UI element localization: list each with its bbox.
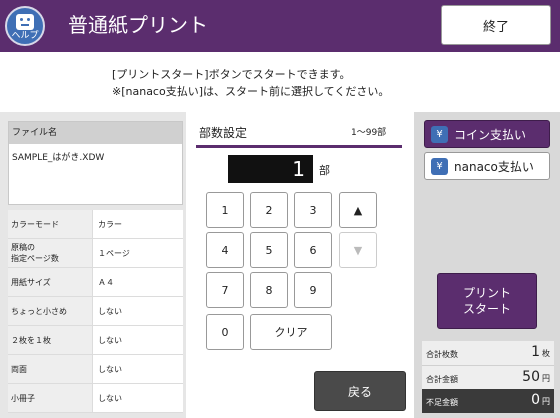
setting-key: カラーモード: [8, 210, 93, 238]
setting-key: 小冊子: [8, 384, 93, 412]
total-amount-value-group: 50 円: [522, 369, 550, 385]
total-amount-value: 50: [522, 369, 540, 385]
shortage-value: 0: [531, 392, 540, 408]
instruction-message-1: [プリントスタート]ボタンでスタートできます。: [112, 68, 351, 81]
settings-row: ２枚を１枚 しない: [8, 326, 183, 355]
key-6[interactable]: 6: [294, 232, 332, 268]
yen-icon: ¥: [431, 125, 448, 143]
end-button[interactable]: 終了: [441, 5, 551, 45]
coin-payment-label: コイン支払い: [454, 127, 527, 142]
settings-row: ちょっと小さめ しない: [8, 297, 183, 326]
header-bar: ヘルプ 普通紙プリント 終了: [0, 0, 560, 52]
yen-icon: ¥: [431, 157, 448, 175]
back-button[interactable]: 戻る: [314, 371, 406, 411]
print-start-label-2: スタート: [462, 302, 511, 316]
page-title: 普通紙プリント: [68, 13, 208, 37]
instruction-message-2: ※[nanaco支払い]は、スタート前に選択してください。: [112, 85, 390, 98]
settings-row: 両面 しない: [8, 355, 183, 384]
total-sheets-value: 1: [531, 344, 540, 360]
total-sheets-unit: 枚: [542, 349, 550, 358]
total-amount-unit: 円: [542, 374, 550, 383]
settings-row: 原稿の 指定ページ数 １ページ: [8, 239, 183, 268]
key-0[interactable]: 0: [206, 314, 244, 350]
setting-key: ちょっと小さめ: [8, 297, 93, 325]
setting-value: Ａ４: [98, 277, 114, 287]
help-button[interactable]: ヘルプ: [5, 6, 45, 46]
key-3[interactable]: 3: [294, 192, 332, 228]
key-2[interactable]: 2: [250, 192, 288, 228]
shortage-row: 不足金額 0円: [422, 389, 554, 413]
key-1[interactable]: 1: [206, 192, 244, 228]
help-label: ヘルプ: [11, 30, 39, 41]
shortage-label: 不足金額: [426, 398, 458, 407]
clear-button[interactable]: クリア: [250, 314, 332, 350]
setting-key: 用紙サイズ: [8, 268, 93, 296]
increment-button[interactable]: ▲: [339, 192, 377, 228]
quantity-title: 部数設定: [199, 126, 248, 140]
setting-key: ２枚を１枚: [8, 326, 93, 354]
setting-key: 原稿の 指定ページ数: [8, 239, 93, 267]
quantity-panel: 部数設定 1〜99部 1 部 1 2 3 ▲ 4 5 6 ▼ 7 8 9 0 ク…: [186, 112, 414, 418]
divider: [196, 145, 402, 148]
settings-row: 用紙サイズ Ａ４: [8, 268, 183, 297]
settings-row: カラーモード カラー: [8, 210, 183, 239]
help-face-icon: [16, 13, 34, 30]
nanaco-payment-label: nanaco支払い: [454, 159, 534, 174]
total-amount-label: 合計金額: [426, 375, 458, 384]
settings-list: カラーモード カラー 原稿の 指定ページ数 １ページ 用紙サイズ Ａ４ ちょっと…: [8, 210, 183, 413]
shortage-value-group: 0円: [531, 392, 550, 408]
setting-value: しない: [98, 364, 122, 374]
key-9[interactable]: 9: [294, 272, 332, 308]
total-sheets-row: 合計枚数 1枚: [422, 341, 554, 365]
payment-panel: ¥ コイン支払い ¥ nanaco支払い プリント スタート 合計枚数 1枚 合…: [414, 112, 560, 418]
key-7[interactable]: 7: [206, 272, 244, 308]
setting-key: 両面: [8, 355, 93, 383]
quantity-display: 1: [228, 155, 313, 183]
settings-panel: ファイル名 SAMPLE_はがき.XDW カラーモード カラー 原稿の 指定ペー…: [0, 112, 186, 418]
print-start-label-1: プリント: [462, 286, 511, 300]
key-5[interactable]: 5: [250, 232, 288, 268]
key-8[interactable]: 8: [250, 272, 288, 308]
print-start-button[interactable]: プリント スタート: [437, 273, 537, 329]
file-header: ファイル名: [9, 122, 182, 144]
setting-value: カラー: [98, 219, 122, 229]
file-box: ファイル名 SAMPLE_はがき.XDW: [8, 121, 183, 205]
shortage-unit: 円: [542, 397, 550, 406]
file-name: SAMPLE_はがき.XDW: [12, 153, 105, 163]
nanaco-payment-button[interactable]: ¥ nanaco支払い: [424, 152, 550, 180]
total-sheets-value-group: 1枚: [531, 344, 550, 360]
total-amount-row: 合計金額 50 円: [422, 365, 554, 389]
setting-value: しない: [98, 393, 122, 403]
key-4[interactable]: 4: [206, 232, 244, 268]
setting-value: しない: [98, 335, 122, 345]
setting-value: しない: [98, 306, 122, 316]
coin-payment-button[interactable]: ¥ コイン支払い: [424, 120, 550, 148]
total-sheets-label: 合計枚数: [426, 350, 458, 359]
setting-value: １ページ: [98, 248, 130, 258]
quantity-range: 1〜99部: [351, 128, 387, 138]
settings-row: 小冊子 しない: [8, 384, 183, 413]
quantity-unit: 部: [319, 164, 330, 177]
decrement-button[interactable]: ▼: [339, 232, 377, 268]
